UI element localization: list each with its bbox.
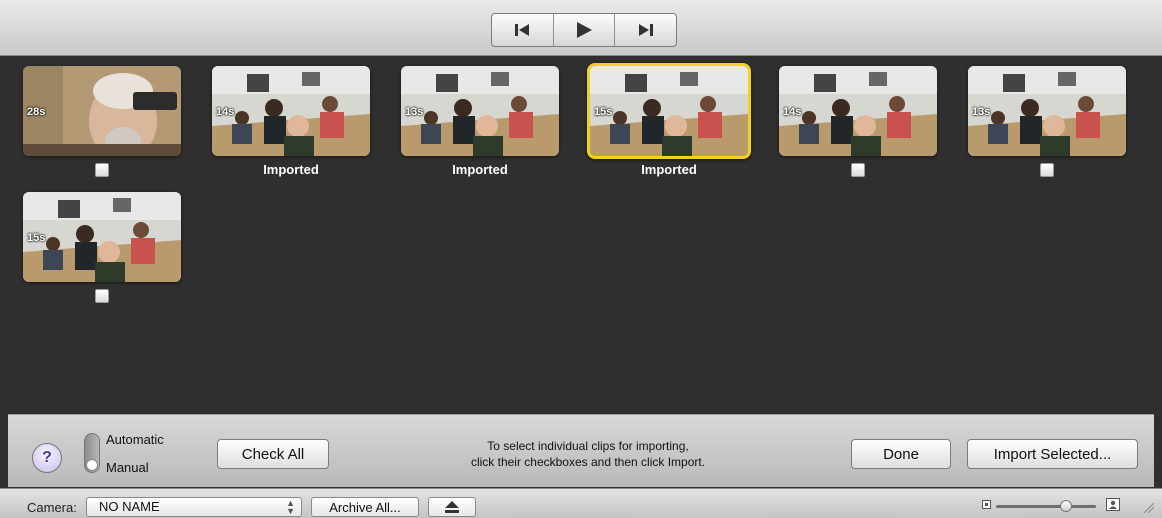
import-selected-button[interactable]: Import Selected...: [967, 439, 1138, 469]
zoom-slider[interactable]: [996, 500, 1096, 512]
mode-manual-label: Manual: [106, 460, 149, 475]
play-button[interactable]: [554, 14, 616, 46]
clip-duration: 28s: [27, 106, 46, 118]
clip-thumbnail[interactable]: 14s: [779, 66, 937, 156]
archive-all-button[interactable]: Archive All...: [311, 497, 419, 517]
eject-icon: [445, 501, 459, 513]
check-all-button[interactable]: Check All: [217, 439, 329, 469]
import-mode-switch[interactable]: [84, 433, 100, 473]
instructions-line-2: click their checkboxes and then click Im…: [470, 455, 706, 469]
video-frame-image: [212, 66, 370, 156]
video-frame-image: [590, 66, 748, 156]
skip-back-icon: [515, 24, 530, 36]
clip-duration: 15s: [594, 106, 613, 118]
transport-toolbar: [0, 0, 1162, 56]
eject-button[interactable]: [428, 497, 476, 517]
skip-forward-icon: [638, 24, 653, 36]
clip-checkbox[interactable]: [95, 163, 109, 177]
switch-knob[interactable]: [86, 459, 98, 471]
clip-thumbnail[interactable]: 28s: [23, 66, 181, 156]
clip-checkbox[interactable]: [1040, 163, 1054, 177]
clip-duration: 15s: [27, 232, 46, 244]
clip-duration: 14s: [783, 106, 802, 118]
video-frame-image: [968, 66, 1126, 156]
video-frame-image: [23, 66, 181, 156]
next-clip-button[interactable]: [615, 14, 676, 46]
clip-duration: 14s: [216, 106, 235, 118]
clip-thumbnail[interactable]: 13s: [401, 66, 559, 156]
camera-label: Camera:: [27, 500, 77, 515]
clip-imported-label: Imported: [263, 162, 319, 177]
camera-select[interactable]: NO NAME ▲ ▼: [86, 497, 302, 517]
clip-duration: 13s: [405, 106, 424, 118]
done-button[interactable]: Done: [851, 439, 951, 469]
clip-thumbnail[interactable]: 15s: [23, 192, 181, 282]
clip-thumbnail[interactable]: 13s: [968, 66, 1126, 156]
mode-automatic-label: Automatic: [106, 432, 164, 447]
select-arrows-icon: ▲ ▼: [286, 498, 295, 516]
clip-checkbox[interactable]: [95, 289, 109, 303]
video-frame-image: [779, 66, 937, 156]
play-icon: [577, 22, 592, 38]
import-panel: ? Automatic Manual Check All To select i…: [8, 414, 1154, 487]
instructions-line-1: To select individual clips for importing…: [487, 439, 689, 453]
clip-browser: 28s 14s Imported 13s Imported 15s Imported 14s 1…: [8, 57, 1154, 413]
zoom-small-icon: [982, 500, 991, 509]
clip-imported-label: Imported: [641, 162, 697, 177]
resize-grip-icon[interactable]: [1142, 501, 1154, 513]
clip-duration: 13s: [972, 106, 991, 118]
previous-clip-button[interactable]: [492, 14, 554, 46]
video-frame-image: [23, 192, 181, 282]
status-bar: Camera: NO NAME ▲ ▼ Archive All...: [0, 488, 1162, 518]
camera-value: NO NAME: [99, 499, 160, 514]
help-button[interactable]: ?: [32, 443, 62, 473]
instructions-text: To select individual clips for importing…: [398, 438, 778, 470]
zoom-large-icon: [1106, 498, 1120, 511]
clip-imported-label: Imported: [452, 162, 508, 177]
zoom-slider-knob[interactable]: [1060, 500, 1072, 512]
video-frame-image: [401, 66, 559, 156]
clip-thumbnail[interactable]: 14s: [212, 66, 370, 156]
transport-controls: [491, 13, 677, 47]
clip-thumbnail[interactable]: 15s: [587, 63, 751, 159]
clip-checkbox[interactable]: [851, 163, 865, 177]
